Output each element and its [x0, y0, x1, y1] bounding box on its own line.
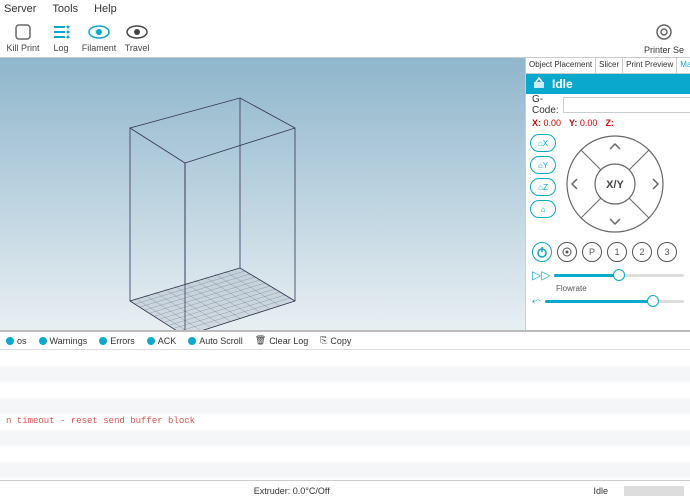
clear-log-button[interactable]: 🗑Clear Log: [255, 335, 308, 346]
main-area: Object Placement Slicer Print Preview Ma…: [0, 58, 690, 330]
log-icon: [51, 22, 71, 42]
speed-3-button[interactable]: 3: [657, 242, 677, 262]
build-plate-grid: [130, 268, 295, 330]
fast-forward-icon: ▷▷: [532, 268, 550, 282]
auto-scroll-toggle[interactable]: Auto Scroll: [188, 336, 243, 346]
menu-bar: Server Tools Help: [0, 0, 690, 18]
home-all-button[interactable]: ⌂: [530, 200, 556, 218]
jog-y-plus[interactable]: [590, 137, 640, 165]
copy-icon: ⎘: [320, 335, 327, 346]
fan-icon: [561, 246, 573, 258]
log-line: [0, 462, 690, 478]
speed-2-button[interactable]: 2: [632, 242, 652, 262]
jog-pad: X/Y: [560, 134, 670, 234]
jog-x-minus[interactable]: [563, 160, 591, 208]
log-line: [0, 366, 690, 382]
power-icon: [536, 246, 548, 258]
tab-manual-control[interactable]: Manual C: [677, 58, 690, 73]
printer-icon: [532, 76, 546, 93]
home-y-button[interactable]: ⌂Y: [530, 156, 556, 174]
copy-log-button[interactable]: ⎘Copy: [320, 335, 351, 346]
status-bar: Extruder: 0.0°C/Off Idle: [0, 480, 690, 500]
trash-icon: 🗑: [255, 335, 266, 346]
stop-icon: [14, 22, 32, 42]
flowrate-icon: ⬿: [532, 295, 541, 308]
tab-slicer[interactable]: Slicer: [596, 58, 623, 73]
speed-slider-row: ▷▷: [526, 266, 690, 284]
park-button[interactable]: P: [582, 242, 602, 262]
log-line: [0, 382, 690, 398]
3d-viewport[interactable]: [0, 58, 525, 330]
filter-ack[interactable]: ACK: [147, 336, 177, 346]
filter-warnings[interactable]: Warnings: [39, 336, 88, 346]
jog-center-label: X/Y: [606, 179, 624, 191]
gear-icon: [654, 22, 674, 45]
build-volume-wireframe: [0, 58, 525, 330]
jog-controls: ⌂X ⌂Y ⌂Z ⌂ X/Y: [526, 130, 690, 238]
flowrate-label: Flowrate: [526, 284, 690, 293]
status-text: Idle: [552, 77, 573, 91]
printer-state: Idle: [583, 486, 618, 496]
eye-icon: [126, 22, 148, 42]
log-line: [0, 430, 690, 446]
log-area[interactable]: n timeout - reset send buffer block: [0, 350, 690, 480]
jog-y-minus[interactable]: [590, 203, 640, 231]
menu-help[interactable]: Help: [94, 3, 117, 15]
speed-slider[interactable]: [554, 274, 684, 277]
log-line: [0, 398, 690, 414]
filament-button[interactable]: Filament: [80, 22, 118, 53]
toolbar: Kill Print Log Filament Travel Printer S…: [0, 18, 690, 58]
extruder-temp: Extruder: 0.0°C/Off: [0, 486, 583, 496]
menu-tools[interactable]: Tools: [52, 3, 78, 15]
log-button[interactable]: Log: [42, 22, 80, 53]
filter-errors[interactable]: Errors: [99, 336, 135, 346]
gcode-label: G-Code:: [532, 94, 559, 116]
travel-button[interactable]: Travel: [118, 22, 156, 53]
speed-1-button[interactable]: 1: [607, 242, 627, 262]
power-button[interactable]: [532, 242, 552, 262]
control-row: P 1 2 3: [526, 238, 690, 266]
gcode-input[interactable]: [563, 97, 690, 113]
coordinates: X: 0.00 Y: 0.00 Z:: [526, 116, 690, 130]
menu-server[interactable]: Server: [4, 3, 36, 15]
tab-print-preview[interactable]: Print Preview: [623, 58, 677, 73]
printer-settings-button[interactable]: Printer Se: [644, 22, 684, 55]
gcode-row: G-Code:: [526, 94, 690, 116]
progress-bar: [624, 486, 684, 496]
jog-x-plus[interactable]: [639, 160, 667, 208]
flowrate-slider[interactable]: [545, 300, 684, 303]
eye-icon: [88, 22, 110, 42]
tab-object-placement[interactable]: Object Placement: [526, 58, 596, 73]
home-x-button[interactable]: ⌂X: [530, 134, 556, 152]
fan-button[interactable]: [557, 242, 577, 262]
kill-print-button[interactable]: Kill Print: [4, 22, 42, 53]
log-line: [0, 350, 690, 366]
home-z-button[interactable]: ⌂Z: [530, 178, 556, 196]
log-line: [0, 446, 690, 462]
panel-tabs: Object Placement Slicer Print Preview Ma…: [526, 58, 690, 74]
filter-os[interactable]: os: [6, 336, 27, 346]
printer-status: Idle: [526, 74, 690, 94]
log-toolbar: os Warnings Errors ACK Auto Scroll 🗑Clea…: [0, 330, 690, 350]
log-line: n timeout - reset send buffer block: [0, 414, 690, 430]
side-panel: Object Placement Slicer Print Preview Ma…: [525, 58, 690, 330]
flowrate-slider-row: ⬿: [526, 293, 690, 310]
